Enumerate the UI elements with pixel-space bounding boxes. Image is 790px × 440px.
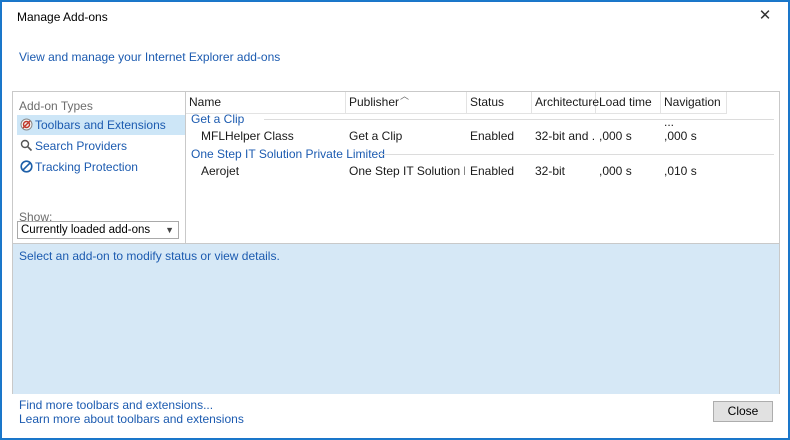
addons-list: Name Publisher ︿ Status Architecture Loa…: [186, 91, 779, 243]
addon-architecture: 32-bit: [535, 164, 566, 178]
addon-status: Enabled: [470, 164, 515, 178]
column-header-architecture[interactable]: Architecture: [532, 92, 599, 114]
addon-navigation: ,010 s: [664, 164, 697, 178]
group-header-one-step-it: One Step IT Solution Private Limited: [191, 147, 385, 161]
tracking-protection-icon: [20, 160, 33, 173]
addon-types-sidebar: Add-on Types Toolbars and Extensions Sea…: [13, 92, 185, 243]
addon-status: Enabled: [470, 129, 515, 143]
header-link[interactable]: View and manage your Internet Explorer a…: [19, 50, 280, 64]
show-filter-value: Currently loaded add-ons: [21, 224, 151, 236]
sidebar-item-label: Tracking Protection: [35, 160, 138, 174]
column-header-navigation[interactable]: Navigation ...: [661, 92, 727, 129]
show-filter-dropdown[interactable]: Currently loaded add-ons ▼: [17, 221, 179, 239]
addon-architecture: 32-bit and ...: [535, 129, 595, 143]
addon-name: Aerojet: [201, 164, 240, 178]
sidebar-item-toolbars-extensions[interactable]: Toolbars and Extensions: [17, 115, 185, 135]
sidebar-item-label: Search Providers: [35, 139, 128, 153]
close-button[interactable]: Close: [713, 401, 773, 422]
title-bar: Manage Add-ons ✕: [2, 2, 788, 28]
addon-publisher: Get a Clip: [349, 129, 403, 143]
column-header-name[interactable]: Name: [186, 92, 346, 114]
group-header-get-a-clip: Get a Clip: [191, 112, 245, 126]
addon-name: MFLHelper Class: [201, 129, 294, 143]
find-more-link[interactable]: Find more toolbars and extensions...: [19, 398, 213, 412]
learn-more-link[interactable]: Learn more about toolbars and extensions: [19, 412, 244, 426]
addon-publisher: One Step IT Solution Priv...: [349, 164, 465, 178]
sidebar-item-search-providers[interactable]: Search Providers: [17, 136, 185, 156]
sidebar-item-tracking-protection[interactable]: Tracking Protection: [17, 157, 185, 177]
manage-addons-window: Manage Add-ons ✕ View and manage your In…: [1, 1, 789, 439]
addon-load-time: ,000 s: [599, 164, 632, 178]
addon-navigation: ,000 s: [664, 129, 697, 143]
window-close-icon[interactable]: ✕: [756, 7, 774, 25]
sort-ascending-icon: ︿: [400, 91, 410, 101]
chevron-down-icon: ▼: [165, 225, 174, 235]
footer: Find more toolbars and extensions... Lea…: [2, 394, 788, 438]
addons-panel: Add-on Types Toolbars and Extensions Sea…: [12, 91, 780, 244]
toolbars-extensions-icon: [20, 118, 33, 131]
search-icon: [20, 139, 33, 152]
details-pane: Select an add-on to modify status or vie…: [12, 244, 780, 395]
group-divider: [264, 119, 774, 120]
sidebar-item-label: Toolbars and Extensions: [35, 118, 166, 132]
addon-load-time: ,000 s: [599, 129, 632, 143]
group-divider: [379, 154, 774, 155]
column-header-status[interactable]: Status: [467, 92, 532, 114]
window-title: Manage Add-ons: [17, 10, 108, 24]
details-status-text: Select an add-on to modify status or vie…: [19, 249, 280, 263]
addon-types-heading: Add-on Types: [19, 99, 93, 113]
column-header-load-time[interactable]: Load time: [596, 92, 661, 114]
